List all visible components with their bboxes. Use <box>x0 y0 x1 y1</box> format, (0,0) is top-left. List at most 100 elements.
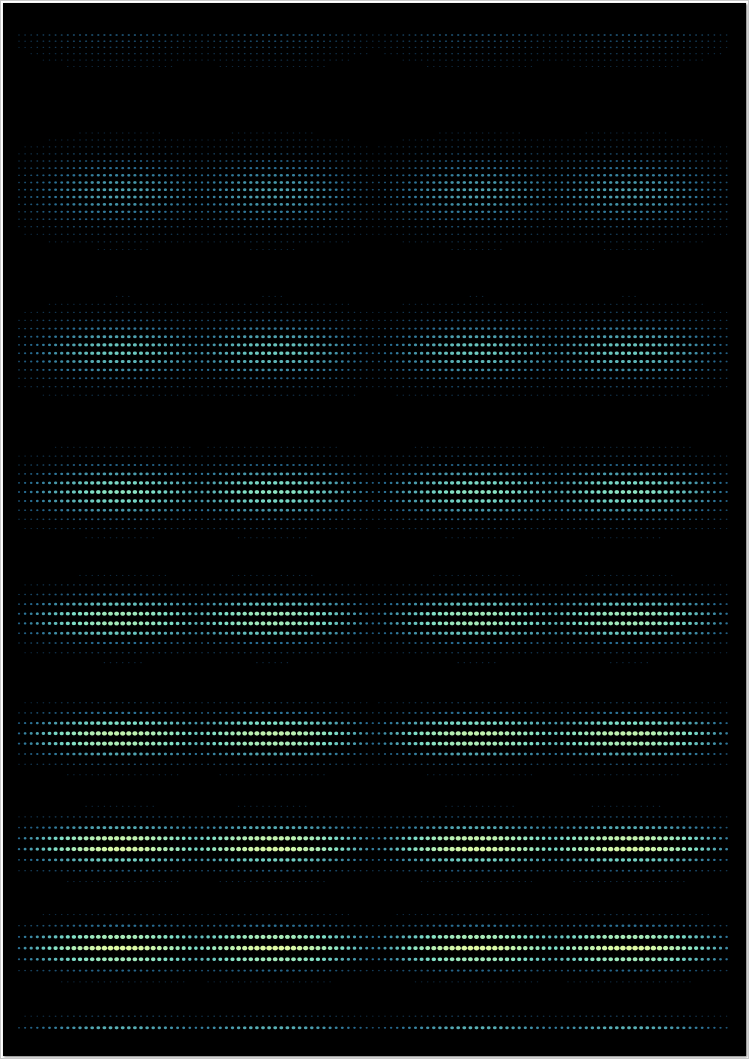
pattern-dot <box>609 146 612 148</box>
pattern-dot <box>188 343 192 347</box>
pattern-dot <box>560 167 563 170</box>
pattern-dot <box>18 174 20 177</box>
pattern-dot <box>72 40 75 42</box>
pattern-dot <box>144 490 150 494</box>
pattern-dot <box>255 153 258 155</box>
pattern-dot <box>109 46 112 49</box>
pattern-dot <box>353 233 356 235</box>
pattern-dot <box>126 481 131 485</box>
pattern-dot <box>237 146 240 148</box>
pattern-dot <box>591 394 594 396</box>
pattern-dot <box>322 335 326 338</box>
pattern-dot <box>700 335 704 338</box>
pattern-dot <box>219 153 222 155</box>
pattern-dot <box>365 40 368 42</box>
pattern-dot <box>90 368 94 372</box>
pattern-dot <box>639 203 643 206</box>
pattern-dot <box>468 335 473 339</box>
pattern-dot <box>322 508 326 512</box>
pattern-dot <box>108 181 113 184</box>
pattern-dot <box>341 34 344 36</box>
pattern-dot <box>219 146 222 148</box>
pattern-dot <box>443 499 449 503</box>
pattern-dot <box>78 351 82 355</box>
pattern-dot <box>682 181 686 184</box>
pattern-dot <box>206 188 210 191</box>
pattern-dot <box>701 327 704 330</box>
pattern-dot <box>188 174 191 177</box>
pattern-dot <box>323 311 325 314</box>
pattern-dot <box>140 59 142 61</box>
pattern-dot <box>195 59 197 61</box>
pattern-dot <box>486 335 491 339</box>
pattern-dot <box>634 233 637 235</box>
pattern-dot <box>383 499 387 503</box>
pattern-dot <box>231 46 234 49</box>
pattern-dot <box>426 446 429 448</box>
pattern-dot <box>688 368 692 372</box>
pattern-dot <box>694 368 698 371</box>
pattern-dot <box>469 385 472 388</box>
pattern-dot <box>414 319 417 322</box>
pattern-dot <box>542 499 546 503</box>
pattern-dot <box>78 508 82 512</box>
pattern-dot <box>304 385 307 388</box>
pattern-dot <box>170 311 173 314</box>
pattern-dot <box>133 46 136 49</box>
pattern-dot <box>719 40 722 42</box>
pattern-dot <box>18 153 20 155</box>
pattern-dot <box>652 59 655 61</box>
pattern-dot <box>151 368 155 372</box>
pattern-dot <box>646 146 649 148</box>
pattern-dot <box>645 218 649 221</box>
pattern-dot <box>701 241 703 243</box>
pattern-dot <box>262 303 264 305</box>
pattern-dot <box>53 490 58 494</box>
pattern-dot <box>42 34 45 36</box>
pattern-dot <box>359 311 362 313</box>
pattern-dot <box>304 335 308 339</box>
pattern-dot <box>676 327 680 330</box>
pattern-dot <box>614 499 619 503</box>
pattern-dot <box>35 499 39 503</box>
pattern-dot <box>420 311 423 314</box>
pattern-dot <box>201 311 203 314</box>
pattern-dot <box>145 368 149 372</box>
pattern-dot <box>243 385 246 388</box>
pattern-dot <box>517 203 521 206</box>
pattern-dot <box>285 359 290 364</box>
pattern-dot <box>719 499 722 503</box>
pattern-dot <box>695 160 698 162</box>
pattern-dot <box>292 463 295 467</box>
pattern-dot <box>683 311 685 314</box>
pattern-dot <box>341 153 344 155</box>
pattern-dot <box>286 377 289 380</box>
pattern-dot <box>390 167 393 169</box>
pattern-dot <box>97 59 100 61</box>
pattern-dot <box>298 518 301 521</box>
pattern-dot <box>152 537 154 539</box>
pattern-dot <box>725 499 728 503</box>
pattern-dot <box>389 499 393 503</box>
pattern-dot <box>578 335 582 339</box>
pattern-dot <box>536 225 539 228</box>
pattern-dot <box>384 226 386 228</box>
pattern-dot <box>36 377 39 380</box>
pattern-dot <box>231 464 234 466</box>
pattern-dot <box>231 319 234 322</box>
pattern-dot <box>536 203 539 206</box>
pattern-dot <box>316 377 320 380</box>
pattern-dot <box>536 368 539 372</box>
pattern-dot <box>640 303 643 305</box>
pattern-dot <box>469 295 472 297</box>
pattern-dot <box>322 472 326 476</box>
pattern-dot <box>139 351 143 355</box>
pattern-dot <box>536 311 539 314</box>
pattern-dot <box>651 490 656 494</box>
pattern-dot <box>340 472 344 476</box>
pattern-dot <box>486 359 491 364</box>
pattern-dot <box>359 528 362 530</box>
pattern-dot <box>542 446 545 448</box>
pattern-dot <box>218 181 222 184</box>
pattern-dot <box>54 241 57 243</box>
